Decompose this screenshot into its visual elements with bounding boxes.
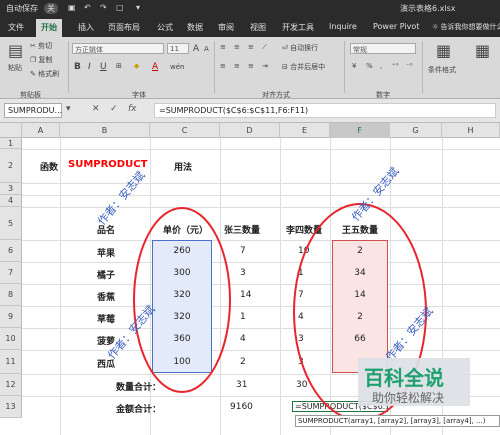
price-column-circle	[133, 207, 231, 393]
function-argument-tooltip: SUMPRODUCT(array1, [array2], [array3], […	[295, 415, 500, 427]
brand-slogan: 助你轻松解决	[372, 391, 445, 405]
brand-logo: 百科全说 助你轻松解决	[358, 358, 470, 406]
brand-name: 百科全说	[364, 366, 444, 390]
